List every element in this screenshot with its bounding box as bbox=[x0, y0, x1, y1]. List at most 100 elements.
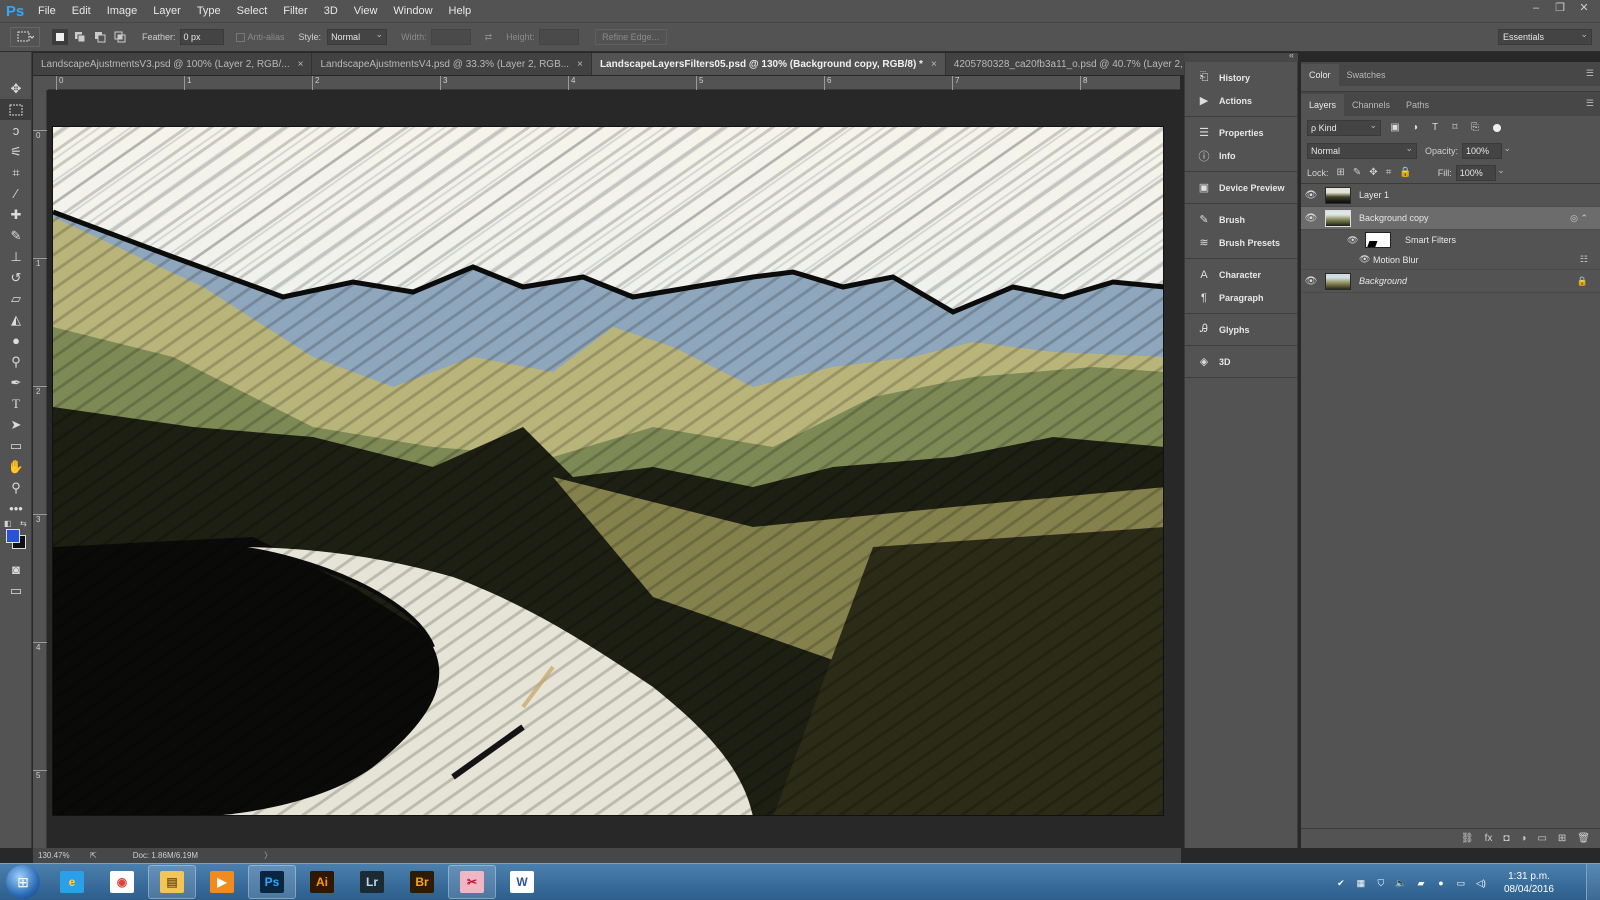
horizontal-ruler[interactable]: 0 1 2 3 4 5 6 7 8 bbox=[48, 76, 1180, 90]
lock-artboard-icon[interactable]: ⌗ bbox=[1386, 167, 1392, 178]
path-selection-tool[interactable]: ➤ bbox=[0, 414, 32, 435]
more-tools[interactable]: ••• bbox=[0, 498, 32, 519]
close-window-button[interactable]: ✕ bbox=[1572, 0, 1596, 18]
magic-wand-tool[interactable]: ⚟ bbox=[0, 141, 32, 162]
dock-actions[interactable]: ▶ Actions bbox=[1185, 89, 1297, 112]
crop-tool[interactable]: ⌗ bbox=[0, 162, 32, 183]
restore-button[interactable]: ❐ bbox=[1548, 0, 1572, 18]
monitor-icon[interactable]: ▭ bbox=[1454, 876, 1468, 890]
delete-layer-icon[interactable]: 🗑 bbox=[1577, 833, 1590, 844]
lock-all-icon[interactable]: 🔒 bbox=[1399, 167, 1411, 178]
menu-type[interactable]: Type bbox=[189, 0, 229, 22]
height-input[interactable] bbox=[538, 29, 579, 45]
taskbar-app-explorer[interactable]: ▤ bbox=[148, 865, 196, 899]
blend-mode-select[interactable]: Normal bbox=[1307, 141, 1417, 159]
minimize-button[interactable]: – bbox=[1524, 0, 1548, 18]
swap-colors-icon[interactable]: ⇆ bbox=[20, 519, 27, 528]
smart-object-indicator-icon[interactable]: ◎ ⌃ bbox=[1570, 213, 1588, 224]
menu-help[interactable]: Help bbox=[441, 0, 480, 22]
tab-document-2[interactable]: LandscapeAjustmentsV4.psd @ 33.3% (Layer… bbox=[312, 53, 592, 75]
filter-blending-options-icon[interactable]: ☷ bbox=[1580, 254, 1588, 265]
lock-transparency-icon[interactable]: ⊞ bbox=[1337, 167, 1345, 178]
panel-menu-icon[interactable]: ☰ bbox=[1586, 68, 1594, 79]
intersect-selection-button[interactable] bbox=[112, 29, 128, 45]
layer-style-icon[interactable]: fx bbox=[1485, 833, 1493, 844]
visibility-eye-icon[interactable]: 👁 bbox=[1347, 235, 1361, 246]
hand-tool[interactable]: ✋ bbox=[0, 456, 32, 477]
close-tab-icon[interactable]: × bbox=[577, 59, 583, 70]
lock-position-icon[interactable]: ✥ bbox=[1369, 167, 1377, 178]
tab-swatches[interactable]: Swatches bbox=[1339, 64, 1394, 86]
new-group-icon[interactable]: ▭ bbox=[1537, 833, 1546, 844]
zoom-level[interactable]: 130.47% bbox=[38, 851, 90, 860]
anti-alias-checkbox[interactable]: Anti-alias bbox=[235, 32, 285, 42]
collapse-icon[interactable]: « bbox=[1289, 50, 1294, 60]
menu-view[interactable]: View bbox=[346, 0, 386, 22]
start-button[interactable]: ⊞ bbox=[6, 865, 40, 899]
pen-tool[interactable]: ✒ bbox=[0, 372, 32, 393]
paint-bucket-tool[interactable]: ◭ bbox=[0, 309, 32, 330]
vertical-ruler[interactable]: 0 1 2 3 4 5 bbox=[33, 90, 47, 848]
taskbar-app-snipping-tool[interactable]: ✂ bbox=[448, 865, 496, 899]
eraser-tool[interactable]: ▱ bbox=[0, 288, 32, 309]
filter-kind-select[interactable]: ρ Kind bbox=[1307, 118, 1381, 136]
subtract-selection-button[interactable] bbox=[92, 29, 108, 45]
new-selection-button[interactable] bbox=[52, 29, 68, 45]
close-tab-icon[interactable]: × bbox=[931, 59, 937, 70]
screen-mode-button[interactable]: ▭ bbox=[0, 580, 32, 601]
menu-3d[interactable]: 3D bbox=[316, 0, 346, 22]
fill-input[interactable]: 100% bbox=[1455, 163, 1505, 181]
tab-layers[interactable]: Layers bbox=[1301, 94, 1345, 116]
menu-layer[interactable]: Layer bbox=[145, 0, 189, 22]
add-selection-button[interactable] bbox=[72, 29, 88, 45]
link-layers-icon[interactable]: ⛓ bbox=[1461, 833, 1474, 844]
export-icon[interactable]: ⇱ bbox=[90, 851, 97, 860]
visibility-eye-icon[interactable]: 👁 bbox=[1301, 276, 1321, 287]
menu-select[interactable]: Select bbox=[229, 0, 276, 22]
menu-window[interactable]: Window bbox=[385, 0, 440, 22]
lasso-tool[interactable]: ↄ bbox=[0, 120, 32, 141]
speaker-icon[interactable]: 🔈 bbox=[1394, 876, 1408, 890]
style-select[interactable]: Normal bbox=[327, 27, 388, 45]
feather-input[interactable]: 0 px bbox=[179, 29, 224, 45]
menu-edit[interactable]: Edit bbox=[64, 0, 99, 22]
width-input[interactable] bbox=[430, 29, 471, 45]
swap-dimensions-icon[interactable]: ⇄ bbox=[485, 32, 493, 43]
taskbar-app-bridge[interactable]: Br bbox=[398, 865, 446, 899]
taskbar-app-illustrator[interactable]: Ai bbox=[298, 865, 346, 899]
history-brush-tool[interactable]: ↺ bbox=[0, 267, 32, 288]
adjustment-filter-icon[interactable]: ◑ bbox=[1409, 122, 1421, 134]
lock-icon[interactable]: 🔒 bbox=[1577, 276, 1588, 287]
clone-stamp-tool[interactable]: ⊥ bbox=[0, 246, 32, 267]
quick-mask-button[interactable]: ◙ bbox=[0, 559, 32, 580]
blur-tool[interactable]: ● bbox=[0, 330, 32, 351]
shape-filter-icon[interactable]: ⌑ bbox=[1449, 122, 1461, 134]
zoom-tool[interactable]: ⚲ bbox=[0, 477, 32, 498]
layer-row-layer-1[interactable]: 👁 Layer 1 bbox=[1301, 184, 1600, 207]
dock-properties[interactable]: ☰ Properties bbox=[1185, 121, 1297, 144]
tool-preset-picker[interactable] bbox=[10, 27, 40, 47]
close-tab-icon[interactable]: × bbox=[298, 59, 304, 70]
type-filter-icon[interactable]: T bbox=[1429, 122, 1441, 134]
dock-device-preview[interactable]: ▣ Device Preview bbox=[1185, 176, 1297, 199]
foreground-color[interactable] bbox=[6, 529, 20, 543]
status-menu-arrow[interactable]: 〉 bbox=[264, 850, 272, 861]
dock-paragraph[interactable]: ¶ Paragraph bbox=[1185, 286, 1297, 309]
eyedropper-tool[interactable]: ⁄ bbox=[0, 183, 32, 204]
dock-history[interactable]: ⎗ History bbox=[1185, 66, 1297, 89]
new-layer-icon[interactable]: ⊞ bbox=[1558, 833, 1566, 844]
dock-collapse-bar[interactable]: « bbox=[1184, 50, 1298, 62]
layer-row-background[interactable]: 👁 Background 🔒 bbox=[1301, 270, 1600, 293]
dock-glyphs[interactable]: Ꭿ Glyphs bbox=[1185, 318, 1297, 341]
menu-filter[interactable]: Filter bbox=[275, 0, 315, 22]
panel-menu-icon[interactable]: ☰ bbox=[1586, 98, 1594, 109]
taskbar-app-photoshop[interactable]: Ps bbox=[248, 865, 296, 899]
security-shield-icon[interactable]: ⛉ bbox=[1374, 876, 1388, 890]
dock-brush[interactable]: ✎ Brush bbox=[1185, 208, 1297, 231]
nvidia-icon[interactable]: ▰ bbox=[1414, 876, 1428, 890]
opacity-input[interactable]: 100% bbox=[1462, 141, 1511, 159]
dock-brush-presets[interactable]: ≋ Brush Presets bbox=[1185, 231, 1297, 254]
volume-icon[interactable]: ◁) bbox=[1474, 876, 1488, 890]
dodge-tool[interactable]: ⚲ bbox=[0, 351, 32, 372]
tab-document-1[interactable]: LandscapeAjustmentsV3.psd @ 100% (Layer … bbox=[33, 53, 313, 75]
